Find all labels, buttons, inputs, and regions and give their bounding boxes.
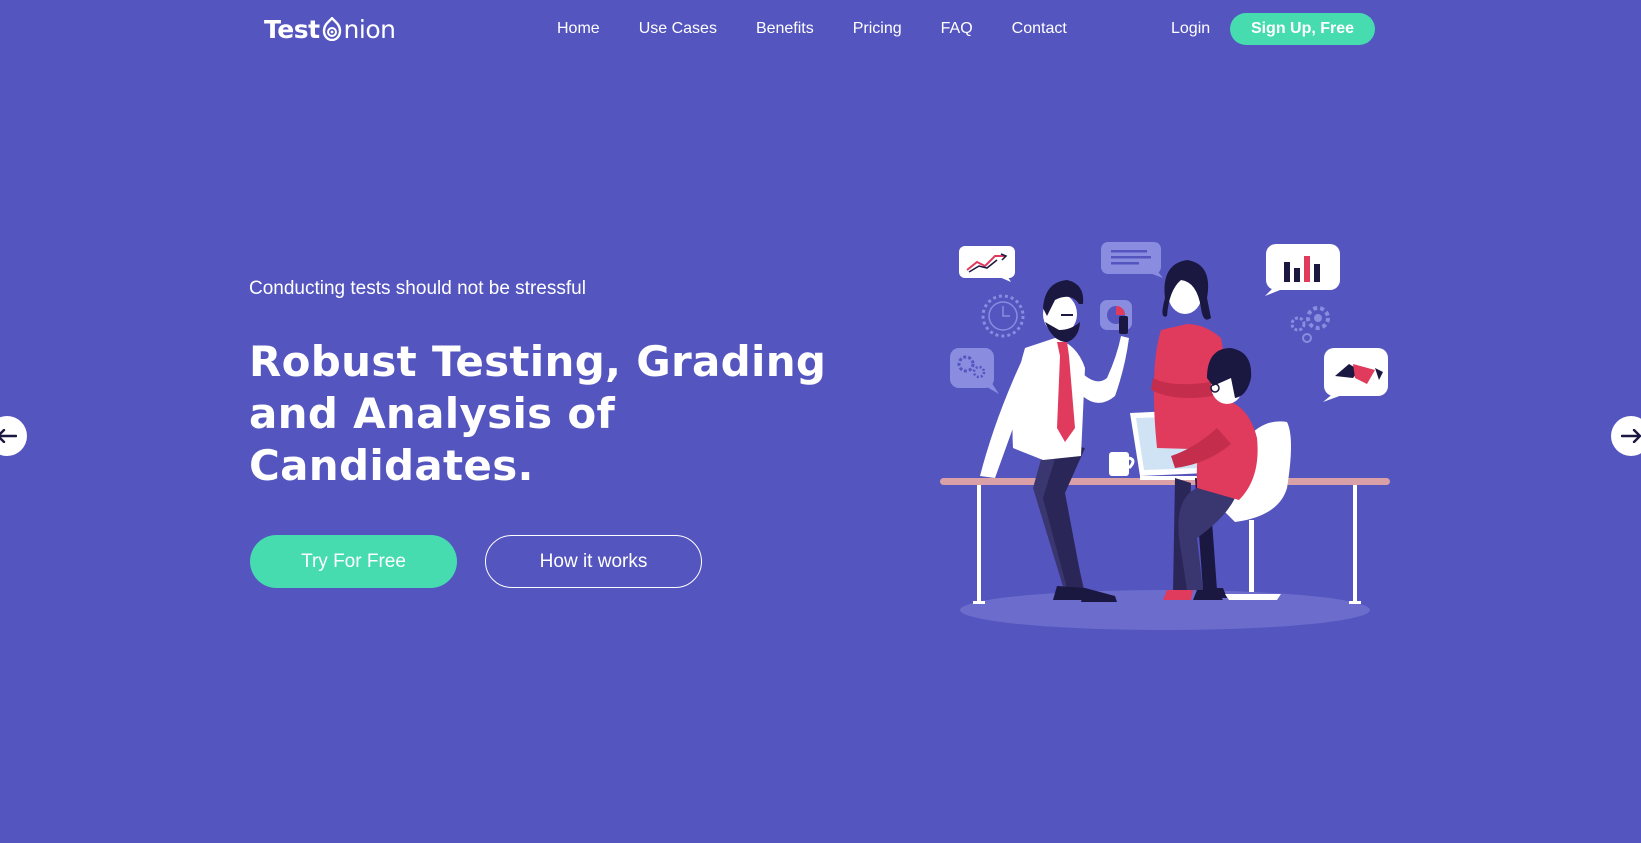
brand-name-part1: Test xyxy=(264,14,320,44)
nav-link-faq[interactable]: FAQ xyxy=(941,18,973,40)
nav-link-benefits[interactable]: Benefits xyxy=(756,18,814,40)
trend-chart-bubble xyxy=(959,246,1015,282)
hero-headline-line: Candidates. xyxy=(249,441,534,490)
hero-subtitle: Conducting tests should not be stressful xyxy=(249,278,586,299)
text-lines-bubble xyxy=(1101,242,1163,278)
hero-headline: Robust Testing, Grading and Analysis of … xyxy=(249,336,889,492)
clock-decoration xyxy=(981,294,1025,338)
hero-headline-line: Robust Testing, Grading xyxy=(249,337,827,386)
gears-bubble xyxy=(950,348,999,394)
try-for-free-button[interactable]: Try For Free xyxy=(250,535,457,588)
nav-link-use-cases[interactable]: Use Cases xyxy=(639,18,717,40)
signup-button[interactable]: Sign Up, Free xyxy=(1230,13,1375,45)
team-illustration xyxy=(940,242,1390,630)
how-it-works-button[interactable]: How it works xyxy=(485,535,702,588)
login-link[interactable]: Login xyxy=(1171,18,1210,40)
handshake-bubble xyxy=(1323,348,1388,402)
bar-chart-bubble xyxy=(1265,244,1340,296)
nav-link-pricing[interactable]: Pricing xyxy=(853,18,902,40)
carousel-prev-button[interactable] xyxy=(0,416,27,456)
brand-name-part2: nion xyxy=(343,14,396,44)
onion-icon xyxy=(320,17,344,41)
brand-logo[interactable]: Test nion xyxy=(264,12,396,46)
arrow-right-icon xyxy=(1621,429,1641,443)
coffee-mug xyxy=(1109,452,1135,476)
arrow-left-icon xyxy=(0,429,17,443)
main-nav: Home Use Cases Benefits Pricing FAQ Cont… xyxy=(557,18,1106,40)
carousel-next-button[interactable] xyxy=(1611,416,1641,456)
desk xyxy=(940,478,1390,604)
nav-link-home[interactable]: Home xyxy=(557,18,600,40)
hero-headline-line: and Analysis of xyxy=(249,389,616,438)
gears-decoration xyxy=(1290,306,1330,343)
nav-link-contact[interactable]: Contact xyxy=(1012,18,1067,40)
